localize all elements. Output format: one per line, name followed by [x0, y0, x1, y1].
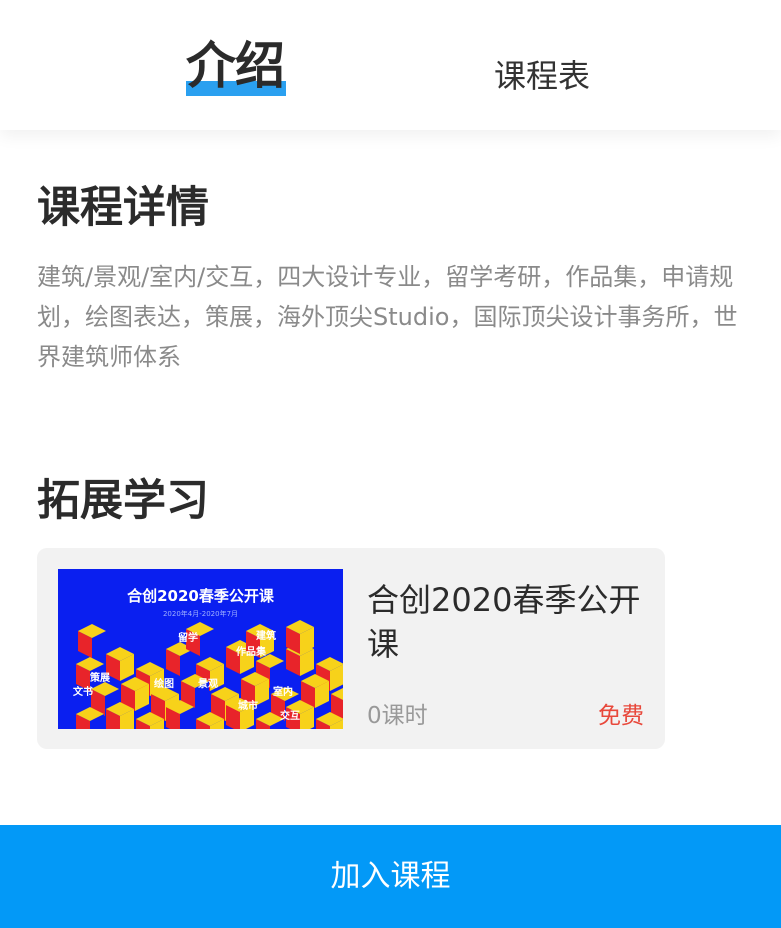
thumbnail-label: 景观	[198, 678, 218, 690]
thumbnail-label: 室内	[273, 685, 293, 698]
tab-schedule-label: 课程表	[494, 57, 591, 95]
course-details-heading: 课程详情	[37, 183, 209, 233]
thumbnail-label: 策展	[90, 671, 110, 684]
thumbnail-label: 作品集	[236, 645, 267, 658]
thumbnail-label: 留学	[178, 631, 198, 644]
course-description: 建筑/景观/室内/交互，四大设计专业，留学考研，作品集，申请规划，绘图表达，策展…	[37, 263, 738, 371]
thumbnail-title: 合创2020春季公开课	[127, 587, 274, 605]
course-hours: 0课时	[367, 703, 428, 729]
thumbnail-label: 文书	[73, 685, 93, 698]
course-thumbnail: 留学作品集 建筑景观城市 室内交互 文书 策展 绘图 合创2020春季公开课 2020年4…	[58, 569, 343, 729]
thumbnail-label: 绘图	[154, 677, 174, 690]
tab-intro-label: 介绍	[186, 37, 285, 95]
course-title: 合创2020春季公开课	[367, 581, 641, 663]
tab-intro[interactable]: 介绍	[186, 0, 296, 130]
thumbnail-label: 城市	[238, 699, 258, 712]
course-card[interactable]: 留学作品集 建筑景观城市 室内交互 文书 策展 绘图 合创2020春季公开课 2020年4…	[37, 548, 665, 749]
thumbnail-label: 交互	[280, 709, 300, 722]
course-price: 免费	[598, 703, 644, 729]
join-course-button[interactable]: 加入课程	[0, 825, 781, 928]
extended-learning-heading: 拓展学习	[37, 476, 209, 526]
tab-bar: 介绍 课程表	[0, 0, 781, 130]
thumbnail-label: 建筑	[255, 629, 276, 642]
tab-schedule[interactable]: 课程表	[494, 0, 604, 130]
thumbnail-subtitle: 2020年4月-2020年7月	[162, 610, 239, 618]
